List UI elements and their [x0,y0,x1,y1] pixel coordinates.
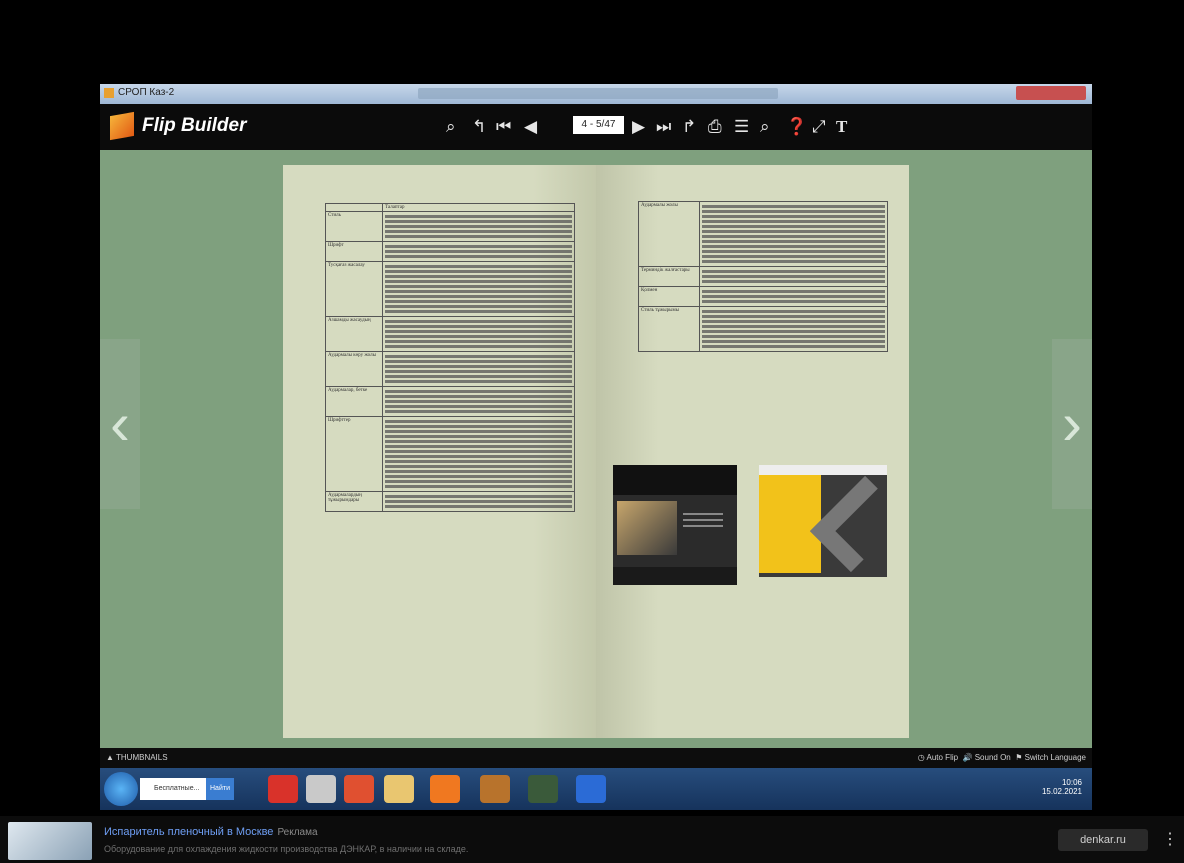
last-page-icon[interactable]: ⏭ [656,118,671,136]
folder-icon[interactable] [384,775,414,803]
logo-icon [110,111,134,141]
windows-taskbar: Бесплатные... Найти 10:06 15.02.2021 [100,768,1092,810]
zoom-in-icon[interactable]: ⌕ [446,118,456,136]
ad-description: Оборудование для охлаждения жидкости про… [104,844,469,854]
fullscreen-icon[interactable]: ⤢ [812,118,826,136]
table-row-label: Стиль [325,211,383,242]
flipbook: Талаптар Стиль Шрифт Тусқағаз жасалау Аз… [283,165,909,738]
right-doc-table: Аудармалы жолы Терминдік жалғастары Қолм… [638,201,888,352]
prev-page-icon[interactable]: ◀ [524,118,537,136]
ad-source: Реклама [277,827,318,838]
search-button[interactable]: Найти [206,778,234,800]
firefox-icon[interactable] [430,775,460,803]
table-row-label: Терминдік жалғастары [638,266,700,287]
window-title: СРОП Каз-2 [118,87,175,98]
table-row-label: Шрифт [325,241,383,262]
slide-yellow-panel [759,475,821,573]
flipbuilder-logo: Flip Builder [110,111,247,141]
switch-language-button[interactable]: ⚑ Switch Language [1015,753,1086,762]
print-icon[interactable]: ⎙ [708,118,722,136]
table-row-label: Стиль тұжырымы [638,306,700,352]
recorded-screen: СРОП Каз-2 Flip Builder ⌕ ↰ ⏮ ◀ 4 - 5/47… [100,84,1092,810]
taskbar-search[interactable]: Бесплатные... Найти [140,778,234,800]
window-title-center [418,88,778,99]
ad-image[interactable] [8,822,92,860]
undo-icon[interactable]: ↰ [472,118,486,136]
page-indicator-input[interactable]: 4 - 5/47 [573,116,624,134]
table-row-label: Аудармалар, бетке [325,386,383,417]
window-titlebar: СРОП Каз-2 [100,84,1092,104]
next-page-icon[interactable]: ▶ [632,118,645,136]
video-thumbnail[interactable] [613,465,737,585]
table-row-label: Шрифттер [325,416,383,492]
table-header: Талаптар [382,203,575,212]
page-left[interactable]: Талаптар Стиль Шрифт Тусқағаз жасалау Аз… [283,165,596,738]
table-row-label: Тусқағаз жасалау [325,261,383,317]
settings-icon[interactable] [306,775,336,803]
contents-icon[interactable]: ☰ [734,118,749,136]
first-page-icon[interactable]: ⏮ [496,118,511,136]
text-icon[interactable]: T [836,118,847,136]
app-icon [104,88,114,98]
help-icon[interactable]: ❓ [786,118,807,136]
ad-link-button[interactable]: denkar.ru [1058,829,1148,851]
table-row-label: Аудармалардың тұжырымдары [325,491,383,512]
table-row-label: Аудармалы жолы [638,201,700,267]
slide-top-strip [759,465,887,475]
prev-page-arrow[interactable]: ‹ [100,339,140,509]
flipbook-app-icon[interactable] [480,775,510,803]
sound-button[interactable]: 🔊 Sound On [963,753,1011,762]
thumbnails-button[interactable]: ▲ THUMBNAILS [106,753,168,762]
search-icon[interactable]: ⌕ [760,118,770,136]
clock-time: 10:06 [1061,778,1082,787]
redo-icon[interactable]: ↱ [682,118,696,136]
page-right[interactable]: Аудармалы жолы Терминдік жалғастары Қолм… [596,165,909,738]
video-header [613,465,737,495]
start-button[interactable] [104,772,138,806]
yandex-icon[interactable] [268,775,298,803]
video-frame [617,501,677,555]
auto-flip-button[interactable]: ◷ Auto Flip [918,753,958,762]
video-caption [683,509,723,539]
left-doc-table: Талаптар Стиль Шрифт Тусқағаз жасалау Аз… [325,203,575,512]
video-controls[interactable] [613,567,737,585]
system-tray: 10:06 15.02.2021 [1042,778,1082,796]
table-row-label: Қолмен [638,286,700,307]
table-row-label: Азшамды жасаудың [325,316,383,352]
more-options-icon[interactable]: ⋮ [1162,829,1178,849]
table-row-label: Аудармалы көру жолы [325,351,383,387]
clock-date: 15.02.2021 [1041,787,1082,796]
app-icon-2[interactable] [528,775,558,803]
search-placeholder: Бесплатные... [154,785,200,792]
flipbuilder-toolbar: Flip Builder ⌕ ↰ ⏮ ◀ 4 - 5/47 ▶ ⏭ ↱ ⎙ ☰ … [100,104,1092,150]
bottom-controls: ◷ Auto Flip 🔊 Sound On ⚑ Switch Language [918,753,1086,762]
logo-text: Flip Builder [142,115,247,136]
media-icon[interactable] [344,775,374,803]
next-page-arrow[interactable]: › [1052,339,1092,509]
word-icon[interactable] [576,775,606,803]
ad-title[interactable]: Испаритель пленочный в Москве Реклама [104,826,318,838]
ad-banner[interactable]: Испаритель пленочный в Москве Реклама Обо… [0,816,1184,863]
flipbuilder-bottom-bar: ▲ THUMBNAILS ◷ Auto Flip 🔊 Sound On ⚑ Sw… [100,748,1092,768]
window-controls[interactable] [1016,86,1086,100]
slide-thumbnail[interactable] [759,465,907,577]
